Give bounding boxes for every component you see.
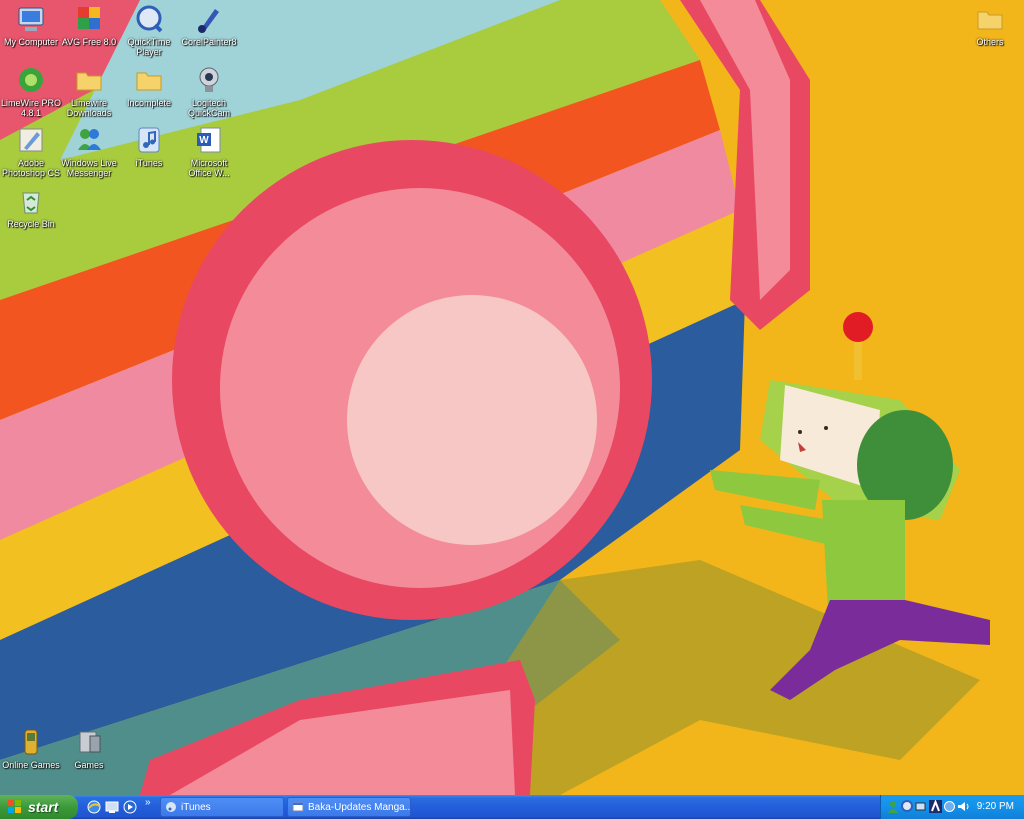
desktop-icon-label: Recycle Bin	[7, 219, 55, 229]
desktop-icon-corel-painter[interactable]: CorelPainter8	[178, 3, 240, 47]
quicktime-icon	[136, 5, 163, 33]
avg-tray-icon[interactable]	[929, 800, 942, 813]
desktop-icon-photoshop[interactable]: Adobe Photoshop CS	[0, 124, 62, 178]
messenger-icon	[78, 129, 101, 150]
desktop-icon-label: Logitech QuickCam	[187, 98, 230, 118]
desktop-icon-others[interactable]: Others	[959, 3, 1021, 47]
limewire-icon	[19, 68, 43, 92]
webcam-icon	[199, 67, 219, 92]
windows-flag-icon	[8, 800, 21, 813]
itunes-icon	[166, 802, 176, 812]
desktop-icon-quicktime[interactable]: QuickTime Player	[118, 3, 180, 57]
desktop-icon-label: My Computer	[3, 37, 58, 47]
games-icon	[79, 731, 101, 753]
volume-tray-icon[interactable]	[957, 800, 970, 813]
desktop-icon-games[interactable]: Games	[58, 726, 120, 770]
wallpaper-image	[0, 0, 1024, 795]
messenger-tray-icon[interactable]	[887, 800, 900, 813]
desktop-icon-recycle-bin[interactable]: Recycle Bin	[0, 185, 62, 229]
task-button-itunes[interactable]: iTunes	[160, 797, 284, 817]
corel-painter-icon	[198, 9, 219, 33]
word-icon: W	[197, 127, 221, 153]
desktop-icon-my-computer[interactable]: My Computer	[0, 3, 62, 47]
desktop-icon-label: CorelPainter8	[181, 37, 237, 47]
desktop-icon-itunes[interactable]: iTunes	[118, 124, 180, 168]
desktop-icon-label: LimeWire PRO 4.8.1	[0, 98, 61, 118]
desktop-icon-online-games[interactable]: Online Games	[0, 726, 62, 770]
recycle-bin-icon	[22, 192, 40, 214]
my-computer-icon	[18, 7, 44, 31]
taskbar: start » iTunes Baka-Updates Manga... 9:2…	[0, 795, 1024, 819]
folder-icon	[977, 11, 1003, 30]
chevron-right-icon[interactable]: »	[145, 797, 151, 808]
start-label: start	[28, 799, 59, 815]
desktop-icon-label: Windows Live Messenger	[61, 158, 117, 178]
system-tray: 9:20 PM	[880, 795, 1024, 819]
desktop-icon-label: iTunes	[135, 158, 163, 168]
online-games-icon	[24, 729, 38, 755]
desktop-icon-label: Adobe Photoshop CS	[1, 158, 61, 178]
media-player-icon[interactable]	[122, 799, 138, 815]
desktop-icon-incomplete[interactable]: Incomplete	[118, 64, 180, 108]
desktop[interactable]: My Computer AVG Free 8.0 QuickTime Playe…	[0, 0, 1024, 795]
sync-tray-icon[interactable]	[943, 800, 956, 813]
desktop-icon-limewire[interactable]: LimeWire PRO 4.8.1	[0, 64, 62, 118]
desktop-icon[interactable]	[104, 799, 120, 815]
desktop-icon-label: Incomplete	[126, 98, 172, 108]
desktop-icon-limewire-downloads[interactable]: Limewire Downloads	[58, 64, 120, 118]
quicktime-tray-icon[interactable]	[901, 800, 914, 813]
svg-text:W: W	[199, 135, 209, 146]
desktop-icon-microsoft-word[interactable]: W Microsoft Office W...	[178, 124, 240, 178]
desktop-icon-windows-live-messenger[interactable]: Windows Live Messenger	[58, 124, 120, 178]
photoshop-icon	[19, 128, 43, 152]
task-label: Baka-Updates Manga...	[308, 801, 411, 813]
folder-icon	[136, 72, 162, 91]
start-button[interactable]: start	[0, 795, 78, 819]
task-label: iTunes	[181, 801, 211, 813]
folder-icon	[76, 72, 102, 91]
desktop-icon-label: Games	[74, 760, 104, 770]
internet-explorer-icon[interactable]	[86, 799, 102, 815]
desktop-icon-label: Limewire Downloads	[66, 98, 112, 118]
desktop-icon-label: Online Games	[2, 760, 60, 770]
desktop-icon-avg[interactable]: AVG Free 8.0	[58, 3, 120, 47]
desktop-icon-label: AVG Free 8.0	[61, 37, 117, 47]
window-icon	[292, 802, 304, 812]
itunes-icon	[138, 127, 160, 153]
clock[interactable]: 9:20 PM	[977, 801, 1014, 812]
task-button-baka-updates[interactable]: Baka-Updates Manga...	[287, 797, 411, 817]
desktop-icon-label: Microsoft Office W...	[188, 158, 230, 178]
avg-icon	[78, 7, 100, 29]
desktop-icon-label: Others	[976, 37, 1004, 47]
desktop-icon-logitech-quickcam[interactable]: Logitech QuickCam	[178, 64, 240, 118]
network-tray-icon[interactable]	[915, 800, 928, 813]
desktop-icon-label: QuickTime Player	[127, 37, 171, 57]
